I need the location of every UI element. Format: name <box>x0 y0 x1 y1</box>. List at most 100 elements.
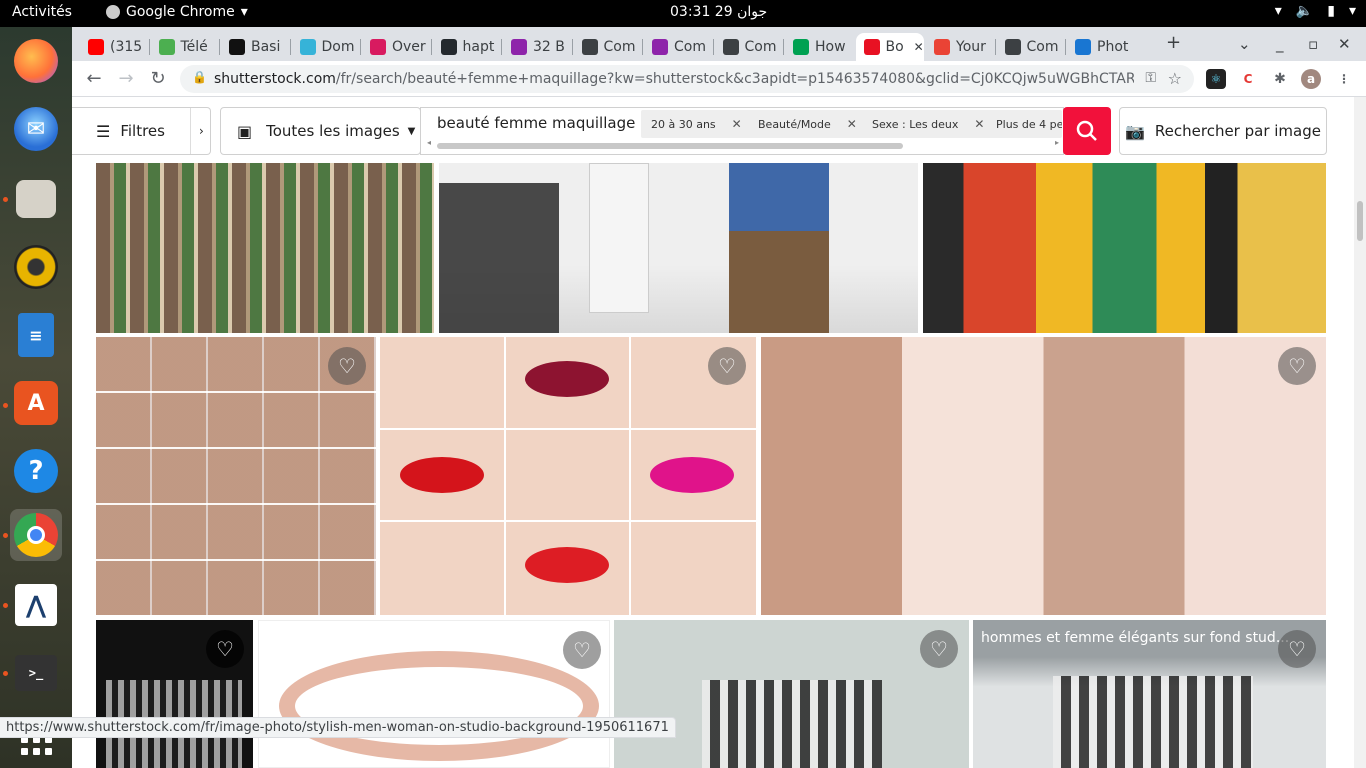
browser-tab[interactable]: (315 <box>80 33 146 61</box>
browser-tab[interactable]: hapt <box>433 33 499 61</box>
browser-tab[interactable]: Dom <box>292 33 358 61</box>
dock-terminal[interactable]: >_ <box>10 647 62 699</box>
browser-tab[interactable]: Over <box>362 33 428 61</box>
image-type-dropdown[interactable]: ▣ Toutes les images ▼ <box>220 107 421 155</box>
filter-chip-people[interactable]: Plus de 4 pers <box>986 110 1062 138</box>
dock-inkscape[interactable]: ⋀ <box>10 579 62 631</box>
favorite-button[interactable]: ♡ <box>920 630 958 668</box>
chrome-menu-icon[interactable]: ⋮ <box>1334 69 1354 89</box>
dock-software[interactable]: A <box>10 377 62 429</box>
search-by-image-button[interactable]: 📷 Rechercher par image <box>1119 107 1327 155</box>
chip-scroll-thumb[interactable] <box>437 143 903 149</box>
browser-tab[interactable]: Com <box>574 33 640 61</box>
tab-title: How <box>815 39 846 55</box>
result-lips-grid[interactable]: ♡ <box>380 337 756 615</box>
extension-c-icon[interactable]: C <box>1238 69 1258 89</box>
result-eye-makeup-grid[interactable]: ♡ <box>96 337 376 615</box>
result-group-dark[interactable]: ♡ <box>96 620 253 768</box>
tab-strip: (315 Télé Basi Dom Over hapt 32 B Com Com Com How B… <box>72 27 1366 61</box>
new-tab-button[interactable]: + <box>1166 32 1181 53</box>
back-button[interactable]: ← <box>82 67 106 91</box>
tab-separator <box>712 39 714 55</box>
result-portraits-collage[interactable] <box>96 163 434 333</box>
url-path: /fr/search/beauté+femme+maquillage?kw=sh… <box>335 71 1134 87</box>
profile-avatar[interactable]: a <box>1301 69 1321 89</box>
react-devtools-icon[interactable]: ⚛ <box>1206 69 1226 89</box>
favorite-button[interactable]: ♡ <box>708 347 746 385</box>
favorite-button[interactable]: ♡ <box>1278 630 1316 668</box>
chrome-small-icon <box>106 5 120 19</box>
page-content: ☰ Filtres › ▣ Toutes les images ▼ beauté… <box>72 97 1366 768</box>
dock-rhythmbox[interactable] <box>10 241 62 293</box>
tab-separator <box>783 39 784 55</box>
github-icon <box>440 39 457 55</box>
page-scrollbar[interactable] <box>1354 97 1366 768</box>
overleaf-icon <box>370 39 386 55</box>
system-tray[interactable]: ▾ 🔈 ▮ ▾ <box>1275 3 1356 19</box>
chip-scroll-track[interactable]: ◂ ▸ <box>427 138 1059 149</box>
smiles-ring <box>279 651 599 761</box>
browser-tab[interactable]: Phot <box>1067 33 1133 61</box>
colorlib-icon <box>652 39 668 55</box>
remove-chip-icon[interactable]: ✕ <box>732 117 742 131</box>
wikihow-icon <box>793 39 809 55</box>
result-african-models[interactable] <box>923 163 1326 333</box>
favorite-button[interactable]: ♡ <box>563 631 601 669</box>
search-bar: ☰ Filtres › ▣ Toutes les images ▼ beauté… <box>72 97 1354 163</box>
browser-tab[interactable]: Com <box>997 33 1063 61</box>
filters-button[interactable]: ☰ Filtres › <box>72 107 211 155</box>
browser-tab[interactable]: Your <box>926 33 992 61</box>
remove-chip-icon[interactable]: ✕ <box>847 117 857 131</box>
dock-thunderbird[interactable]: ✉ <box>10 103 62 155</box>
maximize-button[interactable]: ▫ <box>1308 35 1318 53</box>
result-men-woman-studio-2[interactable]: hommes et femme élégants sur fond stud..… <box>973 620 1326 768</box>
running-indicator <box>3 403 8 408</box>
browser-tab[interactable]: Télé <box>151 33 217 61</box>
browser-tab[interactable]: Com <box>715 33 781 61</box>
browser-tab[interactable]: 32 B <box>503 33 569 61</box>
reload-button[interactable]: ↻ <box>146 67 170 91</box>
filter-chip-age[interactable]: 20 à 30 ans ✕ <box>641 110 752 138</box>
dock-firefox[interactable] <box>10 35 62 87</box>
result-fashion-studio[interactable] <box>439 163 918 333</box>
favorite-button[interactable]: ♡ <box>206 630 244 668</box>
browser-tab[interactable]: Com <box>644 33 710 61</box>
minimize-button[interactable]: _ <box>1276 35 1284 53</box>
key-icon[interactable]: ⚿ <box>1145 70 1156 86</box>
app-menu[interactable]: Google Chrome ▾ <box>106 4 248 20</box>
result-skin-faces[interactable]: ♡ <box>761 337 1326 615</box>
remove-chip-icon[interactable]: ✕ <box>974 117 984 131</box>
scrollbar-thumb[interactable] <box>1357 201 1363 241</box>
clock[interactable]: 03:31 جوان 29 <box>670 4 767 20</box>
tab-search-icon[interactable]: ⌄ <box>1238 35 1251 53</box>
favorite-button[interactable]: ♡ <box>328 347 366 385</box>
lips-berry <box>525 361 609 397</box>
dock-chrome[interactable] <box>10 509 62 561</box>
result-smiles-collage[interactable]: ♡ <box>258 620 610 768</box>
search-query[interactable]: beauté femme maquillage <box>437 114 635 132</box>
browser-tab[interactable]: Basi <box>221 33 287 61</box>
favorite-button[interactable]: ♡ <box>1278 347 1316 385</box>
address-bar[interactable]: 🔒 shutterstock.com/fr/search/beauté+femm… <box>180 65 1194 93</box>
forward-button[interactable]: → <box>114 67 138 91</box>
browser-tab[interactable]: Bo ✕ <box>855 33 924 61</box>
tab-separator <box>994 39 996 55</box>
filter-chip-gender[interactable]: Sexe : Les deux ✕ <box>862 110 995 138</box>
browser-tab[interactable]: How <box>785 33 851 61</box>
bookmark-star-icon[interactable]: ☆ <box>1168 69 1182 88</box>
result-men-woman-studio-1[interactable]: ♡ <box>614 620 969 768</box>
domain-icon <box>299 39 316 55</box>
volume-icon: 🔈 <box>1295 3 1314 19</box>
files-icon <box>16 180 56 218</box>
close-tab-icon[interactable]: ✕ <box>914 40 924 54</box>
search-button[interactable] <box>1063 107 1111 155</box>
filter-chip-category[interactable]: Beauté/Mode ✕ <box>748 110 867 138</box>
dock-help[interactable]: ? <box>10 445 62 497</box>
dock-files[interactable] <box>10 173 62 225</box>
activities-button[interactable]: Activités <box>12 4 72 20</box>
battery-icon: ▮ <box>1327 3 1335 19</box>
tab-title: Phot <box>1097 39 1129 55</box>
close-window-button[interactable]: ✕ <box>1338 35 1351 53</box>
dock-writer[interactable]: ≡ <box>10 309 62 361</box>
extensions-puzzle-icon[interactable]: ✱ <box>1270 69 1290 89</box>
